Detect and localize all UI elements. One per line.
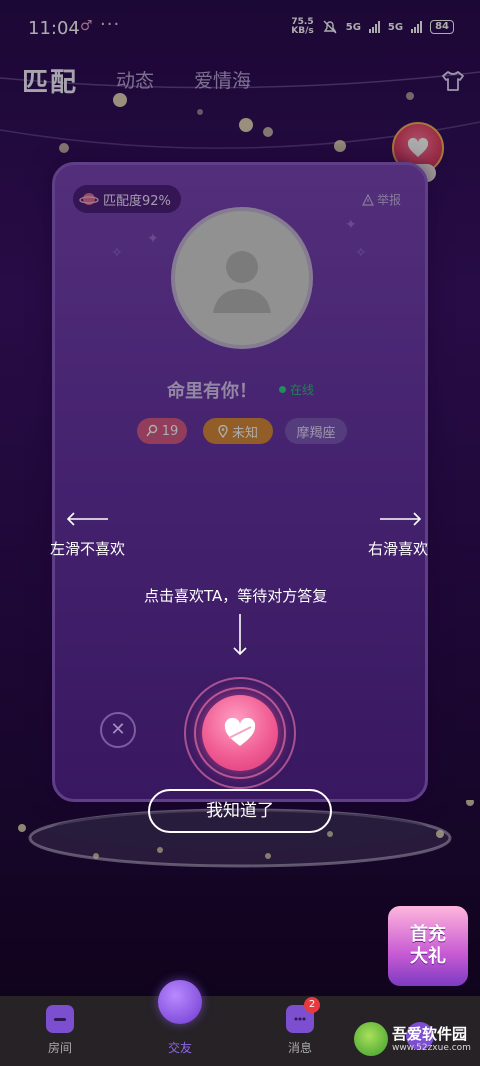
got-it-button[interactable]: 我知道了 — [148, 789, 332, 833]
location-chip: 未知 — [203, 418, 273, 444]
zodiac-chip: 摩羯座 — [285, 418, 347, 444]
online-dot-icon — [279, 386, 286, 393]
status-more-icon: ··· — [100, 14, 121, 35]
star-decoration-icon: ✧ — [355, 245, 367, 261]
heart-icon — [224, 718, 256, 746]
zodiac-label: 摩羯座 — [296, 425, 336, 441]
swipe-left-hint: 左滑不喜欢 — [50, 540, 126, 558]
signal-icon-2 — [411, 21, 423, 33]
nav-rooms[interactable]: 房间 — [12, 996, 108, 1066]
swipe-right-hint: 右滑喜欢 — [368, 540, 429, 558]
avatar-ring[interactable] — [171, 207, 313, 349]
tab-dynamic[interactable]: 动态 — [116, 66, 154, 93]
avatar[interactable] — [175, 211, 309, 345]
status-right-group: 75.5 KB/s 5G 5G 84 — [291, 18, 454, 36]
network-5g-label: 5G — [345, 21, 361, 33]
arrow-left-icon — [66, 512, 108, 526]
planet-icon[interactable] — [158, 980, 202, 1024]
planet-icon — [79, 193, 99, 205]
watermark-text: 吾爱软件园 — [392, 1024, 468, 1043]
match-degree-label: 匹配度92% — [103, 193, 171, 209]
network-5g-label-2: 5G — [387, 21, 404, 33]
arrow-down-icon — [233, 614, 247, 656]
female-icon — [146, 424, 157, 437]
watermark-logo-icon — [354, 1022, 388, 1056]
message-icon: 2 — [286, 997, 320, 1033]
status-notification-icon: ♂ — [80, 18, 93, 34]
promo-line-2: 大礼 — [410, 946, 446, 967]
tab-love-sea[interactable]: 爱情海 — [194, 66, 251, 93]
battery-icon: 84 — [430, 20, 454, 34]
watermark-url: www.52zxue.com — [392, 1042, 471, 1053]
user-name: 命里有你！ — [167, 381, 257, 402]
star-decoration-icon: ✧ — [111, 245, 123, 261]
tab-match[interactable]: 匹配 — [22, 62, 78, 99]
report-button[interactable]: 举报 — [362, 191, 401, 208]
promo-line-1: 首充 — [410, 924, 446, 945]
nav-messages-label: 消息 — [287, 1041, 312, 1055]
network-speed: 75.5 KB/s — [291, 17, 314, 36]
nav-friends-label: 交友 — [167, 1041, 192, 1055]
age-label: 19 — [161, 423, 179, 439]
shirt-icon[interactable] — [440, 68, 466, 94]
nav-messages[interactable]: 2 消息 — [252, 996, 348, 1066]
age-chip: 19 — [137, 418, 187, 444]
like-button[interactable] — [202, 695, 278, 771]
online-status: 在线 — [279, 381, 314, 398]
star-decoration-icon: ✦ — [345, 217, 357, 233]
star-decoration-icon: ✦ — [147, 231, 159, 247]
dislike-button[interactable]: ✕ — [100, 712, 136, 748]
status-time: 11:04 — [28, 18, 80, 39]
message-badge: 2 — [304, 997, 320, 1013]
online-label: 在线 — [290, 383, 315, 397]
match-degree-pill: 匹配度92% — [73, 185, 181, 213]
report-label: 举报 — [376, 193, 401, 207]
mute-icon — [323, 20, 337, 34]
location-pin-icon — [218, 424, 228, 438]
warning-icon — [362, 193, 374, 206]
watermark: 吾爱软件园 www.52zxue.com — [354, 1016, 478, 1062]
arrow-right-icon — [380, 512, 422, 526]
signal-icon — [368, 21, 380, 33]
first-recharge-promo[interactable]: 首充 大礼 — [388, 906, 468, 986]
tap-like-hint: 点击喜欢TA，等待对方答复 — [144, 587, 328, 605]
status-bar: 11:04 ♂ ··· 75.5 KB/s 5G 5G 84 — [0, 0, 480, 56]
heart-icon — [407, 137, 429, 157]
default-avatar-icon — [213, 251, 271, 313]
location-label: 未知 — [231, 425, 258, 441]
room-icon — [46, 1005, 74, 1033]
top-nav: 匹配 动态 爱情海 — [0, 56, 480, 108]
nav-rooms-label: 房间 — [47, 1041, 72, 1055]
